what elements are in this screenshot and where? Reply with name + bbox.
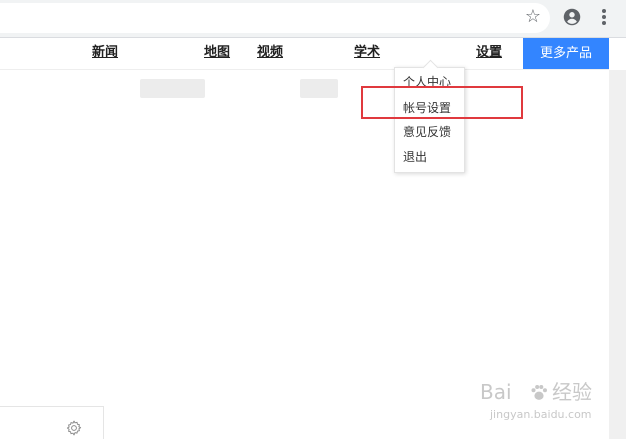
star-icon[interactable]: ☆ [523,5,543,29]
account-circle-icon[interactable] [563,8,581,26]
bottom-panel [0,406,104,439]
blurred-nav-item [140,79,205,98]
address-bar[interactable] [0,3,550,33]
nav-link-scholar[interactable]: 学术 [354,45,380,61]
nav-link-map[interactable]: 地图 [204,45,230,61]
watermark-brand-right: 经验 [552,380,592,404]
gear-icon[interactable] [65,419,83,437]
paw-icon [531,385,547,400]
watermark: Bai 经验 jingyan.baidu.com [480,380,605,436]
nav-link-video[interactable]: 视频 [257,45,283,61]
nav-link-settings[interactable]: 设置 [476,45,502,61]
more-products-button[interactable]: 更多产品 [523,38,609,69]
browser-toolbar: ☆ [0,0,626,38]
menu-item-feedback[interactable]: 意见反馈 [403,125,451,139]
watermark-brand-left: Bai [480,380,512,404]
watermark-url: jingyan.baidu.com [490,408,592,421]
nav-divider [0,69,609,70]
blurred-nav-item [300,79,338,98]
highlight-box [361,86,523,119]
menu-item-logout[interactable]: 退出 [403,150,427,164]
more-vert-icon[interactable] [602,9,606,27]
nav-link-news[interactable]: 新闻 [92,45,118,61]
user-dropdown-menu: 个人中心 帐号设置 意见反馈 退出 [394,59,465,173]
scrollbar[interactable] [609,70,626,439]
